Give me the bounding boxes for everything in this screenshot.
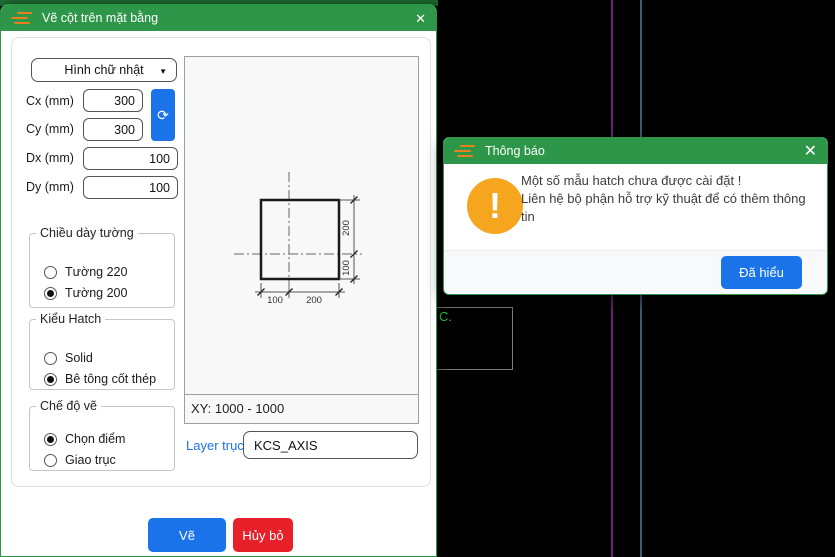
notification-message: Một số mẫu hatch chưa được cài đặt ! Liê…: [521, 172, 815, 226]
close-icon[interactable]: ✕: [415, 12, 426, 25]
notification-body: ! Một số mẫu hatch chưa được cài đặt ! L…: [444, 164, 827, 253]
drawing-rectangle: [424, 307, 513, 370]
radio-icon[interactable]: [44, 352, 57, 365]
cy-input[interactable]: [83, 118, 143, 141]
cx-label: Cx (mm): [26, 94, 74, 108]
notification-dialog: Thông báo ✕ ! Một số mẫu hatch chưa được…: [443, 137, 828, 295]
app-screen: C. Vẽ cột trên mặt bằng ✕ Hình chữ nhật …: [0, 0, 835, 557]
app-logo-icon: [454, 145, 476, 158]
dx-label: Dx (mm): [26, 151, 74, 165]
radio-hatch-solid[interactable]: Solid: [44, 351, 93, 365]
radio-axis-intersection[interactable]: Giao trục: [44, 453, 116, 467]
wall-thickness-group: Chiều dày tường Tường 220 Tường 200: [29, 233, 175, 308]
radio-label: Solid: [65, 351, 93, 365]
dim-right-top: 200: [341, 220, 352, 236]
wall-thickness-legend: Chiều dày tường: [36, 226, 138, 240]
radio-icon[interactable]: [44, 433, 57, 446]
radio-pick-point[interactable]: Chọn điểm: [44, 432, 125, 446]
exclamation-glyph: !: [489, 185, 501, 227]
axis-grid-label: C.: [439, 309, 452, 324]
draw-mode-legend: Chế độ vẽ: [36, 399, 101, 413]
dialog-title: Vẽ cột trên mặt bằng: [42, 11, 406, 25]
draw-button[interactable]: Vẽ: [148, 518, 226, 552]
notification-footer: Đã hiểu: [444, 250, 827, 294]
radio-label: Tường 220: [65, 265, 127, 279]
acknowledge-button[interactable]: Đã hiểu: [721, 256, 802, 289]
shape-select-value: Hình chữ nhật: [64, 63, 143, 77]
dim-bottom-left: 100: [267, 295, 283, 306]
dy-label: Dy (mm): [26, 180, 74, 194]
hatch-type-group: Kiểu Hatch Solid Bê tông cốt thép: [29, 319, 175, 390]
shape-select[interactable]: Hình chữ nhật ▼: [31, 58, 177, 82]
radio-icon[interactable]: [44, 373, 57, 386]
refresh-icon: ⟳: [157, 107, 169, 124]
radio-label: Giao trục: [65, 453, 116, 467]
dim-bottom-right: 200: [306, 295, 322, 306]
layer-label: Layer trục: [186, 438, 244, 453]
close-icon[interactable]: ✕: [804, 145, 817, 158]
cy-label: Cy (mm): [26, 122, 74, 136]
dx-input[interactable]: [83, 147, 178, 170]
radio-label: Bê tông cốt thép: [65, 372, 156, 386]
draw-mode-group: Chế độ vẽ Chọn điểm Giao trục: [29, 406, 175, 471]
sync-cx-cy-button[interactable]: ⟳: [151, 89, 175, 141]
radio-label: Tường 200: [65, 286, 127, 300]
xy-status-text: XY: 1000 - 1000: [185, 394, 418, 423]
draw-column-titlebar[interactable]: Vẽ cột trên mặt bằng ✕: [1, 5, 436, 31]
app-logo-icon: [11, 12, 33, 25]
dim-right-bottom: 100: [341, 260, 352, 276]
cx-input[interactable]: [83, 89, 143, 112]
message-line-1: Một số mẫu hatch chưa được cài đặt !: [521, 172, 815, 190]
draw-column-dialog: Vẽ cột trên mặt bằng ✕ Hình chữ nhật ▼ C…: [0, 4, 437, 557]
message-line-2: Liên hệ bộ phận hỗ trợ kỹ thuật để có th…: [521, 190, 815, 226]
column-drawing: 200 100 100 200: [185, 57, 418, 397]
layer-input[interactable]: [243, 431, 418, 459]
dy-input[interactable]: [83, 176, 178, 199]
radio-icon[interactable]: [44, 454, 57, 467]
radio-icon[interactable]: [44, 266, 57, 279]
radio-wall-200[interactable]: Tường 200: [44, 286, 127, 300]
radio-hatch-concrete[interactable]: Bê tông cốt thép: [44, 372, 156, 386]
column-preview-pane: 200 100 100 200 XY: 1000 - 1000: [184, 56, 419, 424]
radio-label: Chọn điểm: [65, 432, 125, 446]
hatch-type-legend: Kiểu Hatch: [36, 312, 105, 326]
cancel-button[interactable]: Hủy bỏ: [233, 518, 293, 552]
warning-icon: !: [467, 178, 523, 234]
notification-titlebar[interactable]: Thông báo ✕: [444, 138, 827, 164]
chevron-down-icon: ▼: [159, 67, 167, 76]
radio-icon[interactable]: [44, 287, 57, 300]
radio-wall-220[interactable]: Tường 220: [44, 265, 127, 279]
notification-title: Thông báo: [485, 144, 795, 158]
